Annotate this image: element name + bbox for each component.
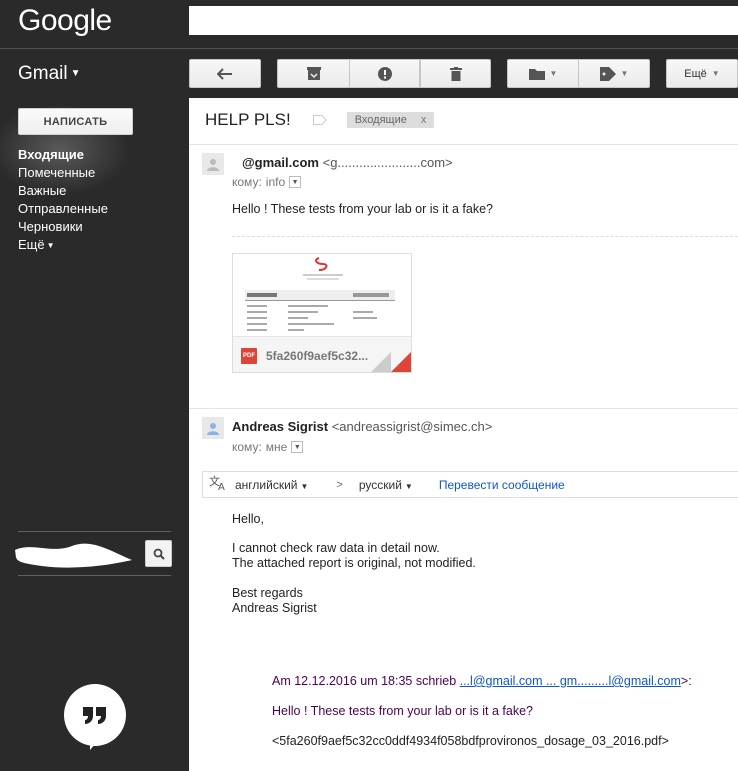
back-button[interactable] xyxy=(189,59,261,88)
more-button[interactable]: Ещё ▼ xyxy=(666,59,738,88)
message2-sender[interactable]: Andreas Sigrist <andreassigrist@simec.ch… xyxy=(232,419,492,434)
report-spam-button[interactable] xyxy=(349,59,420,88)
message2-signature: Andreas Sigrist xyxy=(232,601,317,615)
thread-subject: HELP PLS! xyxy=(205,110,291,129)
search-icon xyxy=(153,548,165,560)
chevron-down-icon: ▼ xyxy=(711,69,720,78)
chevron-down-icon: ▼ xyxy=(70,68,81,80)
quoted-attachment-name: <5fa260f9aef5c32cc0ddf4934f058bdfproviro… xyxy=(272,734,669,748)
message2-recipients: кому: мне ▼ xyxy=(232,440,304,454)
message-thread-panel: HELP PLS! Входящие x @gmail.com <g......… xyxy=(189,98,738,771)
message2-line2: The attached report is original, not mod… xyxy=(232,556,476,570)
chevron-down-icon: ▼ xyxy=(300,481,309,491)
to-name: мне xyxy=(265,440,288,454)
quote-header: Am 12.12.2016 um 18:35 schrieb ...l@gmai… xyxy=(272,674,692,688)
chat-search-button[interactable] xyxy=(145,540,172,567)
quote-suffix: >: xyxy=(680,674,692,688)
sidebar-item-drafts[interactable]: Черновики xyxy=(18,218,108,236)
attachment-preview-thumbnail xyxy=(233,254,411,336)
move-to-button[interactable]: ▼ xyxy=(507,59,578,88)
pdf-file-icon: PDF xyxy=(241,347,257,364)
importance-marker-icon[interactable] xyxy=(312,115,327,125)
translate-icon: 文A xyxy=(209,474,229,494)
chevron-down-icon: ▼ xyxy=(549,69,558,78)
message1-body: Hello ! These tests from your lab or is … xyxy=(232,202,493,216)
translate-message-link[interactable]: Перевести сообщение xyxy=(439,478,565,492)
quote-sender-link[interactable]: ...l@gmail.com ... gm.........l@gmail.co… xyxy=(460,674,681,688)
gmail-app-menu[interactable]: Gmail ▼ xyxy=(18,63,81,85)
avatar xyxy=(202,417,224,439)
message1-sender-address: <g.......................com> xyxy=(322,155,453,170)
sidebar-item-more[interactable]: Ещё ▼ xyxy=(18,236,108,255)
message-divider xyxy=(189,408,738,409)
svg-text:A: A xyxy=(218,482,225,491)
attachment-card[interactable]: PDF 5fa260f9aef5c32... xyxy=(232,253,412,373)
inbox-label-text: Входящие xyxy=(354,114,407,126)
quoted-text: Hello ! These tests from your lab or is … xyxy=(272,704,533,718)
trash-icon xyxy=(449,66,462,81)
sidebar-item-more-label: Ещё xyxy=(18,237,45,252)
chevron-down-icon: ▼ xyxy=(404,481,413,491)
recipient-details-toggle[interactable]: ▼ xyxy=(291,441,304,453)
avatar xyxy=(202,153,224,175)
spam-icon xyxy=(377,66,392,81)
labels-button[interactable]: ▼ xyxy=(578,59,650,88)
person-icon xyxy=(207,159,219,171)
header-divider xyxy=(0,48,738,49)
message1-sender-name: @gmail.com xyxy=(242,155,319,170)
to-name: info xyxy=(265,175,286,189)
remove-label-button[interactable]: x xyxy=(421,114,427,126)
hangouts-tail xyxy=(90,736,102,750)
target-language-select[interactable]: русский ▼ xyxy=(359,478,413,492)
archive-button[interactable] xyxy=(277,59,349,88)
attachment-corner-fold xyxy=(371,352,391,372)
inbox-label-chip[interactable]: Входящие x xyxy=(346,112,435,128)
chat-divider-bottom xyxy=(18,575,171,576)
language-arrow: > xyxy=(336,478,343,491)
source-language-label: английский xyxy=(235,477,298,492)
sidebar-nav: Входящие Помеченные Важные Отправленные … xyxy=(18,146,108,255)
to-prefix: кому: xyxy=(232,175,262,189)
search-input[interactable] xyxy=(189,6,738,35)
google-logo[interactable]: Google xyxy=(18,4,112,38)
redacted-user-scribble xyxy=(15,543,132,568)
hangouts-quote-icon xyxy=(83,707,106,724)
sidebar-item-important[interactable]: Важные xyxy=(18,182,108,200)
delete-button[interactable] xyxy=(420,59,491,88)
sidebar-item-sent[interactable]: Отправленные xyxy=(18,200,108,218)
folder-icon xyxy=(528,68,545,80)
message2-greeting: Hello, xyxy=(232,512,264,526)
more-button-label: Ещё xyxy=(684,67,707,80)
chevron-down-icon: ▼ xyxy=(46,240,55,250)
sidebar-item-starred[interactable]: Помеченные xyxy=(18,164,108,182)
attachment-corner-badge xyxy=(391,352,411,372)
attachments-divider xyxy=(232,236,738,237)
message1-recipients: кому: info ▼ xyxy=(232,175,302,189)
person-icon xyxy=(207,423,219,435)
translate-bar: 文A английский ▼ > русский ▼ Перевести сооб… xyxy=(202,471,738,498)
source-language-select[interactable]: английский ▼ xyxy=(235,478,308,492)
compose-button[interactable]: НАПИСАТЬ xyxy=(18,108,133,135)
chat-divider-top xyxy=(18,531,171,532)
archive-icon xyxy=(306,66,321,80)
message2-sender-name: Andreas Sigrist xyxy=(232,419,329,434)
label-tag-icon xyxy=(599,66,616,81)
subject-divider xyxy=(189,144,738,145)
gmail-app-menu-label: Gmail xyxy=(18,63,68,84)
message2-signoff: Best regards xyxy=(232,586,303,600)
to-prefix: кому: xyxy=(232,440,262,454)
back-arrow-icon xyxy=(217,67,232,80)
quote-prefix: Am 12.12.2016 um 18:35 schrieb xyxy=(272,674,457,688)
target-language-label: русский xyxy=(358,477,402,492)
message2-line1: I cannot check raw data in detail now. xyxy=(232,541,440,555)
message2-sender-address: <andreassigrist@simec.ch> xyxy=(331,419,493,434)
chevron-down-icon: ▼ xyxy=(620,69,629,78)
sidebar-item-inbox[interactable]: Входящие xyxy=(18,146,108,164)
message1-sender[interactable]: @gmail.com <g.......................com> xyxy=(232,155,453,170)
recipient-details-toggle[interactable]: ▼ xyxy=(289,176,302,188)
attachment-filename: 5fa260f9aef5c32... xyxy=(266,348,369,363)
subject-row: HELP PLS! Входящие x xyxy=(205,110,435,130)
